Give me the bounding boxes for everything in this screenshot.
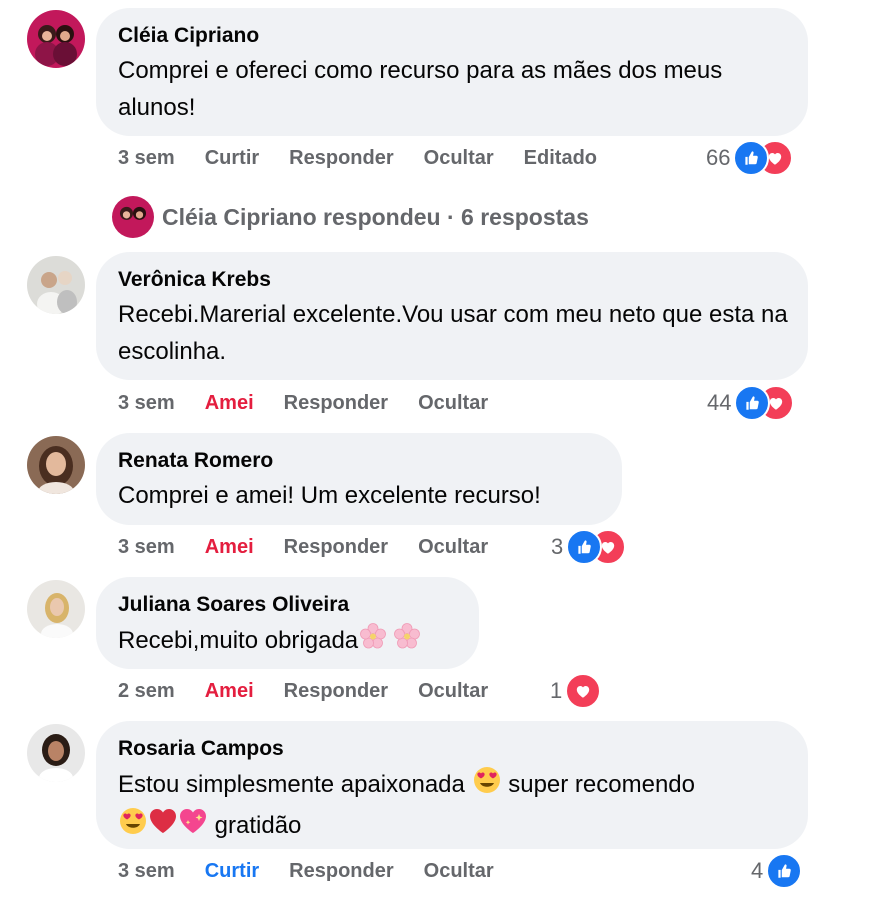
love-reaction-button[interactable]: Amei: [205, 680, 254, 703]
comment-text-part: gratidão: [214, 811, 302, 839]
avatar: [112, 196, 154, 238]
comment-bubble: Cléia Cipriano Comprei e ofereci como re…: [96, 8, 808, 136]
comment-bubble: Verônica Krebs Recebi.Marerial excelente…: [96, 252, 808, 380]
hide-button[interactable]: Ocultar: [424, 860, 494, 883]
love-reaction-button[interactable]: Amei: [205, 536, 254, 559]
comment-author[interactable]: Rosaria Campos: [118, 735, 784, 763]
love-reaction-button[interactable]: Amei: [205, 392, 254, 415]
reaction-count: 44: [707, 390, 732, 415]
avatar[interactable]: [27, 256, 85, 314]
red-heart-icon: [148, 806, 178, 847]
replies-summary-link[interactable]: Cléia Cipriano respondeu · 6 respostas: [112, 196, 589, 238]
comment-text-content: Recebi,muito obrigada: [118, 626, 359, 654]
like-icon: [566, 529, 603, 565]
hide-button[interactable]: Ocultar: [424, 147, 494, 170]
reply-button[interactable]: Responder: [284, 680, 388, 703]
cherry-blossom-icon: [392, 621, 422, 662]
hide-button[interactable]: Ocultar: [418, 680, 488, 703]
reply-button[interactable]: Responder: [289, 860, 393, 883]
comment-actions: 2 sem Amei Responder Ocultar: [118, 675, 518, 707]
avatar[interactable]: [27, 580, 85, 638]
reaction-count: 3: [551, 534, 564, 559]
like-button[interactable]: Curtir: [205, 860, 259, 883]
comment-timestamp[interactable]: 3 sem: [118, 392, 175, 415]
heart-eyes-emoji-icon: [118, 806, 148, 847]
reply-button[interactable]: Responder: [284, 536, 388, 559]
heart-eyes-emoji-icon: [472, 765, 502, 806]
reaction-count: 1: [550, 678, 563, 703]
like-icon: [766, 853, 803, 889]
sparkling-heart-icon: [178, 806, 208, 847]
comment-author[interactable]: Verônica Krebs: [118, 266, 784, 294]
comment-text-part: super recomendo: [508, 770, 695, 798]
replies-summary-text: Cléia Cipriano respondeu · 6 respostas: [162, 203, 589, 230]
like-button[interactable]: Curtir: [205, 147, 259, 170]
reaction-count: 66: [706, 145, 731, 170]
comment-author[interactable]: Juliana Soares Oliveira: [118, 591, 455, 619]
reaction-summary[interactable]: 3: [551, 529, 627, 565]
comment-timestamp[interactable]: 3 sem: [118, 536, 175, 559]
comment-text-part: Estou simplesmente apaixonada: [118, 770, 465, 798]
comment-text: Estou simplesmente apaixonada super reco…: [118, 765, 784, 847]
hide-button[interactable]: Ocultar: [418, 392, 488, 415]
reaction-summary[interactable]: 66: [706, 140, 794, 176]
comment-text: Recebi,muito obrigada: [118, 621, 455, 662]
comment-actions: 3 sem Curtir Responder Ocultar Editado: [118, 142, 627, 174]
comment-author[interactable]: Cléia Cipriano: [118, 22, 784, 50]
avatar[interactable]: [27, 436, 85, 494]
avatar[interactable]: [27, 10, 85, 68]
avatar[interactable]: [27, 724, 85, 782]
comment-actions: 3 sem Amei Responder Ocultar: [118, 387, 518, 419]
hide-button[interactable]: Ocultar: [418, 536, 488, 559]
comment-bubble: Renata Romero Comprei e amei! Um excelen…: [96, 433, 622, 525]
comment-text: Recebi.Marerial excelente.Vou usar com m…: [118, 301, 788, 365]
love-icon: [565, 673, 602, 709]
comment-timestamp[interactable]: 2 sem: [118, 680, 175, 703]
comment-bubble: Juliana Soares Oliveira Recebi,muito obr…: [96, 577, 479, 669]
reply-button[interactable]: Responder: [284, 392, 388, 415]
comment-text: Comprei e amei! Um excelente recurso!: [118, 482, 541, 509]
comment-author[interactable]: Renata Romero: [118, 447, 598, 475]
comment-bubble: Rosaria Campos Estou simplesmente apaixo…: [96, 721, 808, 849]
reply-button[interactable]: Responder: [289, 147, 393, 170]
reaction-summary[interactable]: 44: [707, 385, 795, 421]
comment-timestamp[interactable]: 3 sem: [118, 147, 175, 170]
cherry-blossom-icon: [358, 621, 388, 662]
comment-timestamp[interactable]: 3 sem: [118, 860, 175, 883]
reaction-count: 4: [751, 858, 764, 883]
comment-text: Comprei e ofereci como recurso para as m…: [118, 57, 723, 121]
reaction-summary[interactable]: 1: [550, 673, 602, 709]
edited-label: Editado: [523, 146, 598, 169]
comment-actions: 3 sem Curtir Responder Ocultar: [118, 855, 524, 887]
reaction-summary[interactable]: 4: [751, 853, 803, 889]
comment-actions: 3 sem Amei Responder Ocultar: [118, 531, 518, 563]
